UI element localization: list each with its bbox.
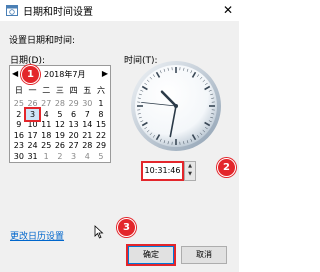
cancel-button[interactable]: 取消 [181, 246, 227, 264]
calendar-day[interactable]: 24 [26, 140, 40, 151]
analog-clock [131, 61, 221, 151]
calendar-day[interactable]: 6 [67, 109, 81, 120]
calendar-day[interactable]: 27 [67, 140, 81, 151]
month-title[interactable]: 2018年7月 [44, 69, 85, 80]
spin-down-button[interactable]: ▼ [185, 170, 195, 178]
calendar-day[interactable]: 7 [80, 109, 94, 120]
calendar-day[interactable]: 8 [94, 109, 108, 120]
weekday-label: 五 [83, 86, 92, 95]
window-title: 日期和时间设置 [23, 7, 93, 18]
calendar-day[interactable]: 4 [39, 109, 53, 120]
calendar-week-row: 25 26 27 28 29 30 1 [12, 98, 108, 109]
calendar-day[interactable]: 5 [53, 109, 67, 120]
section-heading: 设置日期和时间: [9, 36, 76, 46]
calendar-day[interactable]: 14 [80, 119, 94, 130]
calendar-day[interactable]: 29 [67, 98, 81, 109]
calendar-day[interactable]: 31 [26, 151, 40, 162]
calendar-day[interactable]: 26 [26, 98, 40, 109]
calendar-day-selected[interactable]: 3 [23, 106, 42, 122]
calendar-day[interactable]: 30 [80, 98, 94, 109]
annotation-badge-3: 3 [117, 218, 136, 237]
calendar-day[interactable]: 1 [94, 98, 108, 109]
calendar-day[interactable]: 2 [12, 109, 26, 120]
date-time-dialog: 日期和时间设置 ✕ 设置日期和时间: 日期(D): 时间(T): ◀ 2018年… [0, 0, 239, 272]
annotation-badge-2: 2 [217, 158, 236, 177]
close-button[interactable]: ✕ [219, 1, 237, 19]
calendar-day[interactable]: 25 [12, 98, 26, 109]
weekday-header: 日一二三四五六 [12, 85, 108, 96]
calendar-day[interactable]: 18 [39, 130, 53, 141]
calendar-day[interactable]: 13 [67, 119, 81, 130]
calendar-day[interactable]: 11 [39, 119, 53, 130]
calendar-day[interactable]: 26 [53, 140, 67, 151]
calendar-day[interactable]: 5 [94, 151, 108, 162]
calendar-day[interactable]: 19 [53, 130, 67, 141]
time-input[interactable]: 10:31:46 [141, 161, 184, 181]
spin-up-button[interactable]: ▲ [185, 162, 195, 170]
calendar-day[interactable]: 29 [94, 140, 108, 151]
change-calendar-settings-link[interactable]: 更改日历设置 [10, 229, 64, 242]
weekday-label: 三 [55, 86, 64, 95]
calendar-day[interactable]: 30 [12, 151, 26, 162]
calendar-week-row: 23 24 25 26 27 28 29 [12, 140, 108, 151]
calendar-week-row: 16 17 18 19 20 21 22 [12, 130, 108, 141]
calendar-day[interactable]: 16 [12, 130, 26, 141]
calendar-day[interactable]: 25 [39, 140, 53, 151]
weekday-label: 六 [96, 86, 105, 95]
calendar-day[interactable]: 27 [39, 98, 53, 109]
clock-center [174, 104, 178, 108]
calendar-week-row: 9 10 11 12 13 14 15 [12, 119, 108, 130]
next-month-button[interactable]: ▶ [102, 69, 108, 78]
calendar-day[interactable]: 15 [94, 119, 108, 130]
calendar-day[interactable]: 20 [67, 130, 81, 141]
calendar-day[interactable]: 17 [26, 130, 40, 141]
calendar-day[interactable]: 2 [53, 151, 67, 162]
calendar-day[interactable]: 23 [12, 140, 26, 151]
calendar-day[interactable]: 10 [26, 119, 40, 130]
prev-month-button[interactable]: ◀ [12, 69, 18, 78]
weekday-label: 四 [69, 86, 78, 95]
calendar-day[interactable]: 9 [12, 119, 26, 130]
annotation-badge-1: 1 [21, 65, 40, 84]
ok-button[interactable]: 确定 [128, 246, 174, 264]
weekday-label: 二 [42, 86, 51, 95]
title-bar: 日期和时间设置 ✕ [0, 0, 239, 21]
calendar-day[interactable]: 3 [67, 151, 81, 162]
calendar-day[interactable]: 1 [39, 151, 53, 162]
weekday-label: 一 [28, 86, 37, 95]
calendar-day[interactable]: 4 [80, 151, 94, 162]
calendar-day[interactable]: 12 [53, 119, 67, 130]
calendar-day[interactable]: 28 [53, 98, 67, 109]
mouse-cursor-icon [94, 225, 104, 239]
calendar-clock-icon [6, 5, 18, 16]
weekday-label: 日 [14, 86, 23, 95]
time-spinner[interactable]: ▲ ▼ [184, 161, 196, 181]
calendar-week-row: 2345678 [12, 106, 108, 122]
calendar-day[interactable]: 21 [80, 130, 94, 141]
calendar-day[interactable]: 22 [94, 130, 108, 141]
calendar-day[interactable]: 28 [80, 140, 94, 151]
calendar-week-row: 30 31 1 2 3 4 5 [12, 151, 108, 162]
